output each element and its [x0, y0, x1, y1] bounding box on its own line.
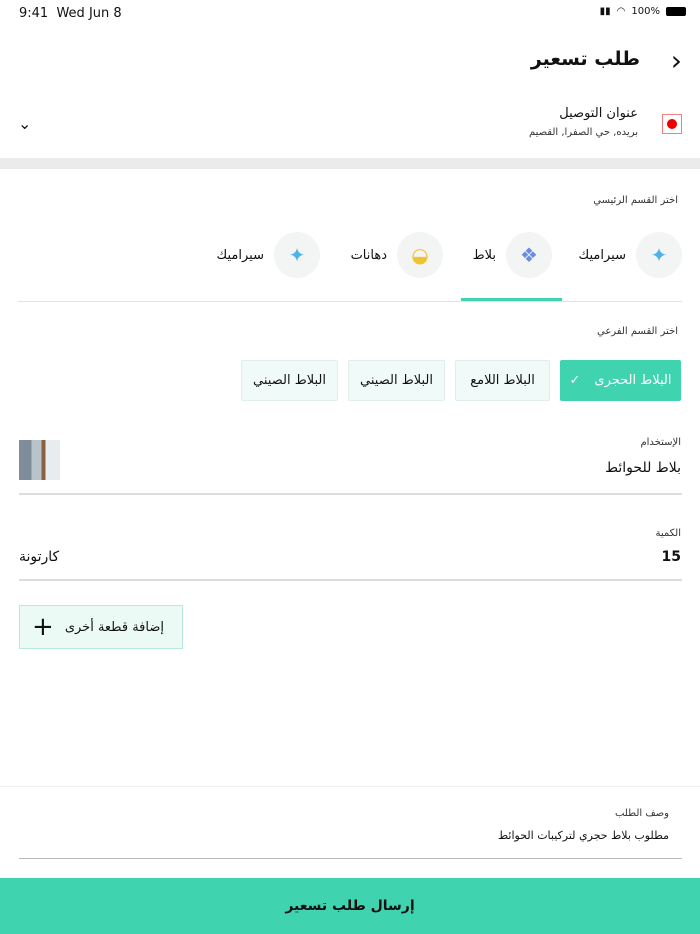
address-title: عنوان التوصيل	[559, 106, 638, 121]
divider	[19, 493, 682, 495]
category-label: سيراميك	[216, 247, 264, 263]
usage-value[interactable]: بلاط للحوائط	[605, 460, 681, 476]
category-ceramic[interactable]: ✦ سيراميك	[579, 232, 682, 278]
quantity-label: الكمية	[655, 528, 681, 539]
description-label: وصف الطلب	[614, 808, 669, 819]
divider	[19, 858, 682, 859]
status-icons: ▮▮ ◠ 100%	[600, 6, 686, 17]
add-item-button[interactable]: + إضافة قطعة أخرى	[19, 605, 183, 649]
submit-button[interactable]: إرسال طلب تسعير	[0, 878, 700, 934]
tile-icon: ❖	[506, 232, 552, 278]
wifi-icon: ◠	[616, 6, 626, 17]
chevron-down-icon[interactable]: ⌄	[18, 114, 31, 133]
divider	[19, 579, 682, 581]
ceramic-tile-icon: ✦	[274, 232, 320, 278]
sub-category-label: اختر القسم الفرعي	[596, 326, 678, 337]
divider	[0, 786, 700, 787]
chip-label: البلاط الصيني	[253, 373, 326, 388]
main-category-label: اختر القسم الرئيسي	[593, 195, 678, 206]
usage-thumbnail	[19, 440, 60, 480]
chip-label: البلاط الحجرى	[594, 373, 672, 388]
status-time: 9:41 Wed Jun 8	[19, 6, 122, 21]
category-paints[interactable]: ◒ دهانات	[351, 232, 443, 278]
paint-bucket-icon: ◒	[397, 232, 443, 278]
back-chevron-icon[interactable]: ›	[671, 44, 682, 77]
divider	[18, 301, 682, 302]
signal-icon: ▮▮	[599, 6, 611, 17]
category-ceramic-2[interactable]: ✦ سيراميك	[217, 232, 320, 278]
quantity-input[interactable]: 15	[662, 549, 681, 565]
battery-text: 100%	[631, 6, 660, 17]
chip-label: البلاط اللامع	[470, 373, 535, 388]
check-icon: ✓	[569, 373, 581, 388]
address-value: بريده, حي الصفرا, القصيم	[528, 127, 638, 138]
battery-icon	[666, 7, 686, 16]
category-tile[interactable]: ❖ بلاط	[473, 232, 552, 278]
category-label: دهانات	[350, 247, 387, 263]
selected-tab-indicator	[461, 298, 562, 301]
subcategory-chinese-tile[interactable]: البلاط الصيني	[348, 360, 445, 401]
add-item-label: إضافة قطعة أخرى	[64, 619, 164, 635]
divider	[0, 158, 700, 169]
location-pin-icon	[662, 114, 682, 134]
chip-label: البلاط الصيني	[360, 373, 433, 388]
page-title: طلب تسعير	[530, 48, 640, 70]
category-label: بلاط	[472, 247, 496, 263]
usage-label: الإستخدام	[640, 437, 681, 448]
subcategory-stone-tile[interactable]: البلاط الحجرى ✓	[560, 360, 681, 401]
description-input[interactable]: مطلوب بلاط حجري لتركيبات الحوائط	[498, 829, 669, 842]
subcategory-glossy-tile[interactable]: البلاط اللامع	[455, 360, 550, 401]
plus-icon: +	[32, 612, 54, 642]
ceramic-tile-icon: ✦	[636, 232, 682, 278]
category-label: سيراميك	[578, 247, 626, 263]
time: 9:41	[19, 6, 49, 21]
date: Wed Jun 8	[56, 6, 122, 21]
quantity-unit: كارتونة	[19, 549, 60, 565]
subcategory-chinese-tile-2[interactable]: البلاط الصيني	[241, 360, 338, 401]
